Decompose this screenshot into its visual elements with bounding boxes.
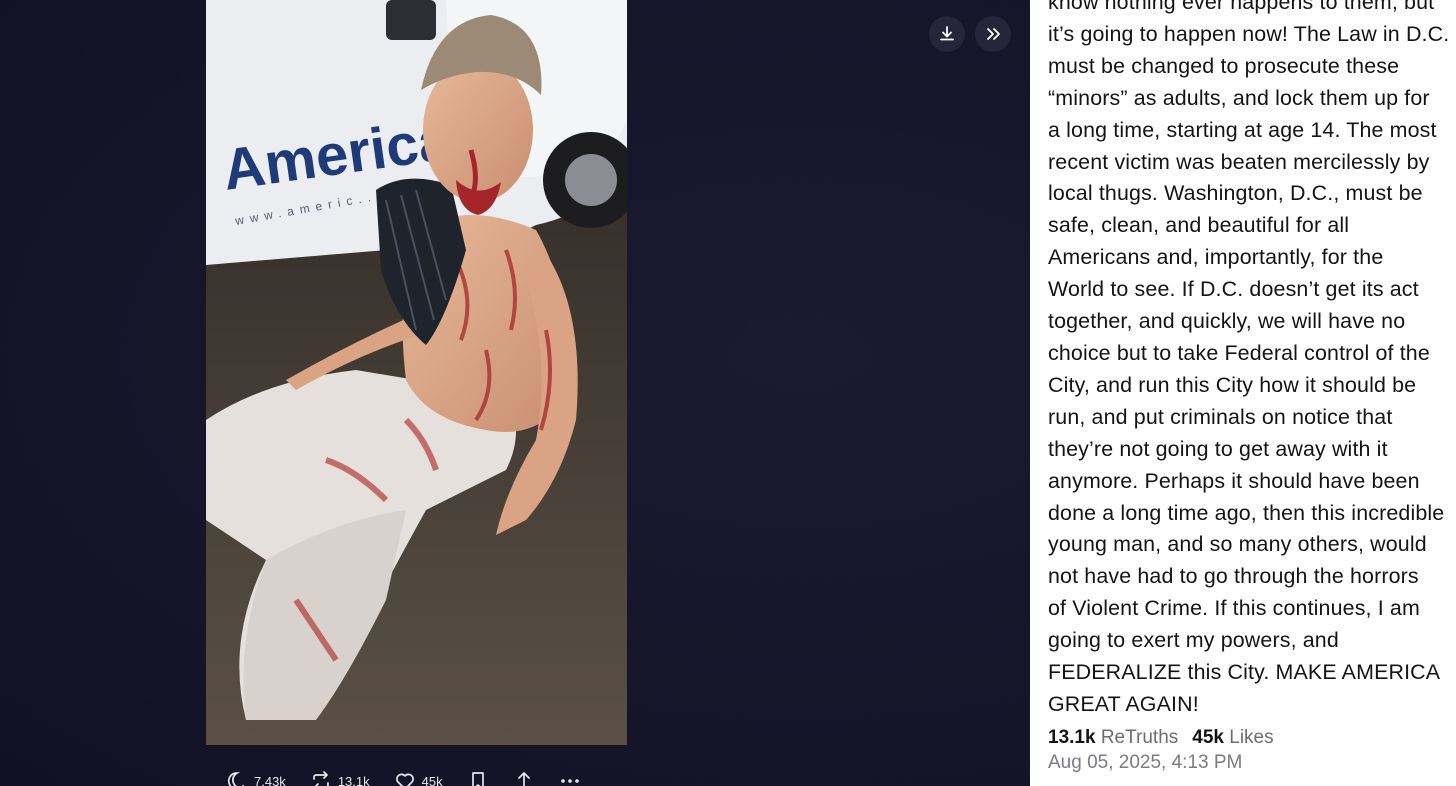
download-icon — [940, 26, 954, 41]
like-button[interactable]: 45k — [394, 770, 443, 786]
retruths-stat[interactable]: 13.1k ReTruths — [1048, 727, 1178, 749]
post-body-text: know nothing ever happens to them, but i… — [1048, 0, 1450, 716]
post-stats: 13.1k ReTruths 45k Likes — [1048, 727, 1274, 749]
more-horizontal-icon — [560, 779, 579, 783]
share-button[interactable] — [513, 770, 535, 786]
media-viewer: American www.americ... 7.43k 13.1k 45k — [0, 0, 1030, 786]
retruths-count: 13.1k — [1048, 727, 1096, 748]
reply-count: 7.43k — [254, 773, 286, 786]
post-timestamp: Aug 05, 2025, 4:13 PM — [1048, 752, 1243, 773]
retruth-icon — [312, 771, 329, 786]
bookmark-icon — [471, 772, 484, 786]
post-photo[interactable]: American www.americ... — [206, 0, 627, 745]
like-count: 45k — [421, 773, 443, 786]
post-action-bar: 7.43k 13.1k 45k — [226, 766, 605, 786]
expand-panel-button[interactable] — [975, 16, 1011, 52]
reply-button[interactable]: 7.43k — [226, 770, 286, 786]
bookmark-button[interactable] — [467, 770, 489, 786]
chevrons-right-icon — [987, 28, 1000, 40]
heart-icon — [395, 773, 414, 786]
post-detail-panel: know nothing ever happens to them, but i… — [1030, 0, 1456, 786]
more-options-button[interactable] — [559, 770, 581, 786]
likes-count: 45k — [1192, 727, 1224, 748]
likes-stat[interactable]: 45k Likes — [1192, 727, 1273, 749]
download-button[interactable] — [929, 16, 965, 52]
photo-illustration: American www.americ... — [206, 0, 627, 745]
comment-icon — [227, 772, 245, 786]
retruths-label: ReTruths — [1100, 727, 1179, 748]
share-icon — [517, 772, 530, 786]
retruth-count: 13.1k — [337, 773, 370, 786]
retruth-button[interactable]: 13.1k — [310, 770, 370, 786]
likes-label: Likes — [1229, 727, 1274, 748]
